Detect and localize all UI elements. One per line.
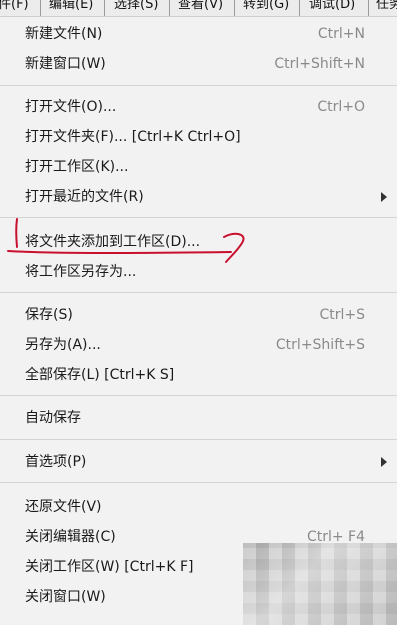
menu-item-open-workspace[interactable]: 打开工作区(K)... xyxy=(0,152,397,182)
menu-item-label: 打开工作区(K)... xyxy=(25,159,129,175)
submenu-arrow-icon xyxy=(381,192,387,202)
menu-item-auto-save[interactable]: 自动保存 xyxy=(0,403,397,433)
menu-separator xyxy=(0,439,397,440)
menu-item-new-window[interactable]: 新建窗口(W) Ctrl+Shift+N xyxy=(0,49,397,79)
menu-item-save-all[interactable]: 全部保存(L) [Ctrl+K S] xyxy=(0,360,397,390)
menu-item-label: 还原文件(V) xyxy=(25,499,102,515)
menu-item-shortcut: Ctrl+Shift+N xyxy=(274,56,365,72)
menu-item-label: 自动保存 xyxy=(25,410,81,426)
menubar-item-goto[interactable]: 转到(G) xyxy=(243,0,289,14)
menu-item-label: 打开最近的文件(R) xyxy=(25,189,144,205)
menu-item-open-file[interactable]: 打开文件(O)... Ctrl+O xyxy=(0,92,397,122)
menubar-item-view[interactable]: 查看(V) xyxy=(178,0,223,14)
menu-bar: 件(F) 编辑(E) 选择(S) 查看(V) 转到(G) 调试(D) 任务 xyxy=(0,0,397,17)
menu-item-label: 打开文件(O)... xyxy=(25,99,117,115)
menu-item-open-recent[interactable]: 打开最近的文件(R) xyxy=(0,182,397,212)
menu-item-label: 新建文件(N) xyxy=(25,26,103,42)
menu-item-label: 全部保存(L) [Ctrl+K S] xyxy=(25,367,175,383)
menubar-separator xyxy=(40,0,41,16)
menubar-item-edit[interactable]: 编辑(E) xyxy=(49,0,93,14)
menu-item-label: 将工作区另存为... xyxy=(25,264,137,280)
submenu-arrow-icon xyxy=(381,457,387,467)
menubar-separator xyxy=(234,0,235,16)
menu-item-label: 将文件夹添加到工作区(D)... xyxy=(25,234,201,250)
menu-item-revert-file[interactable]: 还原文件(V) xyxy=(0,492,397,522)
menubar-separator xyxy=(169,0,170,16)
menubar-separator xyxy=(368,0,369,16)
menu-item-label: 新建窗口(W) xyxy=(25,56,106,72)
menu-item-label: 关闭编辑器(C) xyxy=(25,529,116,545)
menu-item-save-workspace-as[interactable]: 将工作区另存为... xyxy=(0,257,397,287)
menu-item-save-as[interactable]: 另存为(A)... Ctrl+Shift+S xyxy=(0,330,397,360)
pixelated-watermark xyxy=(243,543,397,625)
menu-item-shortcut: Ctrl+O xyxy=(317,99,365,115)
menubar-separator xyxy=(299,0,300,16)
menu-item-label: 首选项(P) xyxy=(25,454,87,470)
menu-item-label: 打开文件夹(F)... [Ctrl+K Ctrl+O] xyxy=(25,129,241,145)
menu-item-label: 关闭工作区(W) [Ctrl+K F] xyxy=(25,559,194,575)
menubar-item-debug[interactable]: 调试(D) xyxy=(309,0,355,14)
menu-item-open-folder[interactable]: 打开文件夹(F)... [Ctrl+K Ctrl+O] xyxy=(0,122,397,152)
menu-item-new-file[interactable]: 新建文件(N) Ctrl+N xyxy=(0,19,397,49)
menu-item-save[interactable]: 保存(S) Ctrl+S xyxy=(0,300,397,330)
menu-separator xyxy=(0,482,397,483)
menu-item-shortcut: Ctrl+N xyxy=(317,26,365,42)
menu-separator xyxy=(0,217,397,218)
menu-separator xyxy=(0,292,397,293)
menubar-item-file[interactable]: 件(F) xyxy=(0,0,29,14)
menu-item-add-folder-to-workspace[interactable]: 将文件夹添加到工作区(D)... xyxy=(0,227,397,257)
menu-separator xyxy=(0,85,397,86)
menubar-item-tasks[interactable]: 任务 xyxy=(376,0,397,14)
menu-item-label: 关闭窗口(W) xyxy=(25,589,106,605)
menu-item-preferences[interactable]: 首选项(P) xyxy=(0,447,397,477)
menu-item-label: 保存(S) xyxy=(25,307,73,323)
menu-item-label: 另存为(A)... xyxy=(25,337,101,353)
menubar-separator xyxy=(104,0,105,16)
menu-item-shortcut: Ctrl+Shift+S xyxy=(275,337,365,353)
file-menu: 新建文件(N) Ctrl+N 新建窗口(W) Ctrl+Shift+N 打开文件… xyxy=(0,17,397,625)
menubar-item-selection[interactable]: 选择(S) xyxy=(114,0,158,14)
menu-item-shortcut: Ctrl+S xyxy=(319,307,365,323)
menu-separator xyxy=(0,395,397,396)
